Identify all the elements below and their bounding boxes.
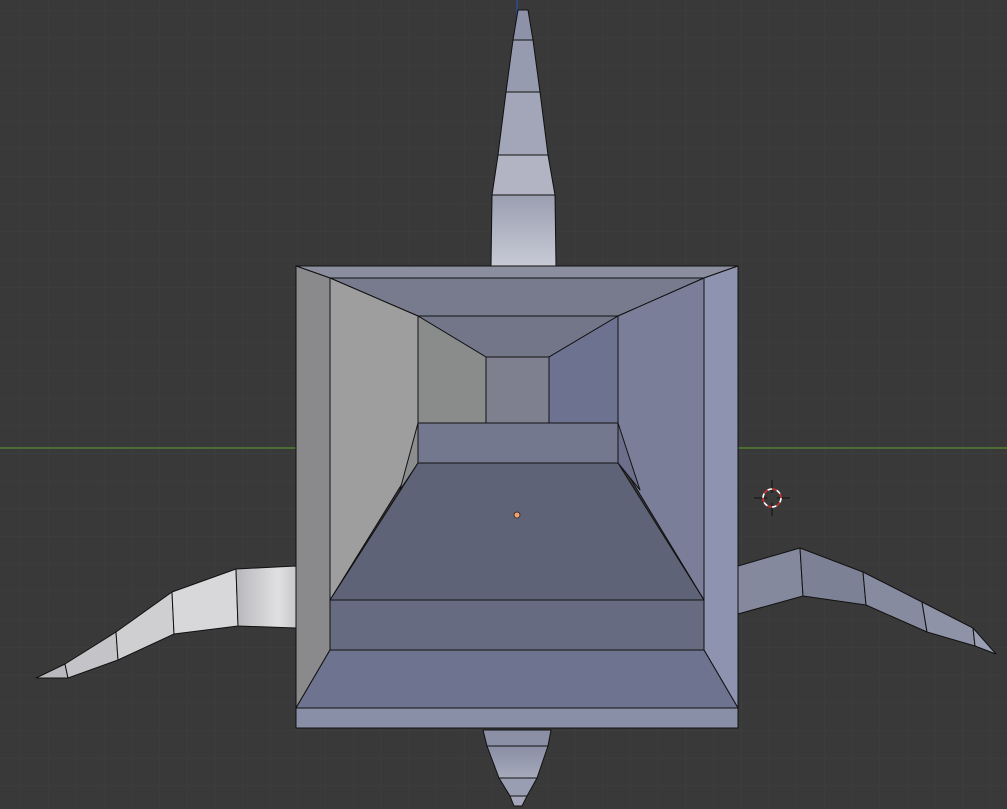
box-outer-rim-top bbox=[295, 265, 739, 279]
top-spike-face-5 bbox=[490, 194, 557, 267]
box-outer-rim-bottom bbox=[295, 649, 739, 709]
inner-step-front bbox=[329, 599, 705, 651]
object-origin-icon[interactable] bbox=[513, 511, 521, 519]
top-spike-face-4 bbox=[491, 154, 556, 196]
bottom-spike-face-1 bbox=[482, 729, 552, 747]
deep-back-face bbox=[485, 356, 550, 424]
box-outer-rim-right bbox=[703, 265, 739, 709]
viewport-canvas[interactable] bbox=[0, 0, 1007, 809]
main-box[interactable] bbox=[295, 265, 739, 729]
top-spike-face-3 bbox=[497, 91, 549, 156]
3d-viewport[interactable] bbox=[0, 0, 1007, 809]
box-outer-front bbox=[295, 707, 739, 729]
box-outer-rim-left bbox=[295, 265, 331, 709]
left-spike-face-5 bbox=[235, 565, 297, 629]
ledge-front bbox=[417, 422, 619, 464]
